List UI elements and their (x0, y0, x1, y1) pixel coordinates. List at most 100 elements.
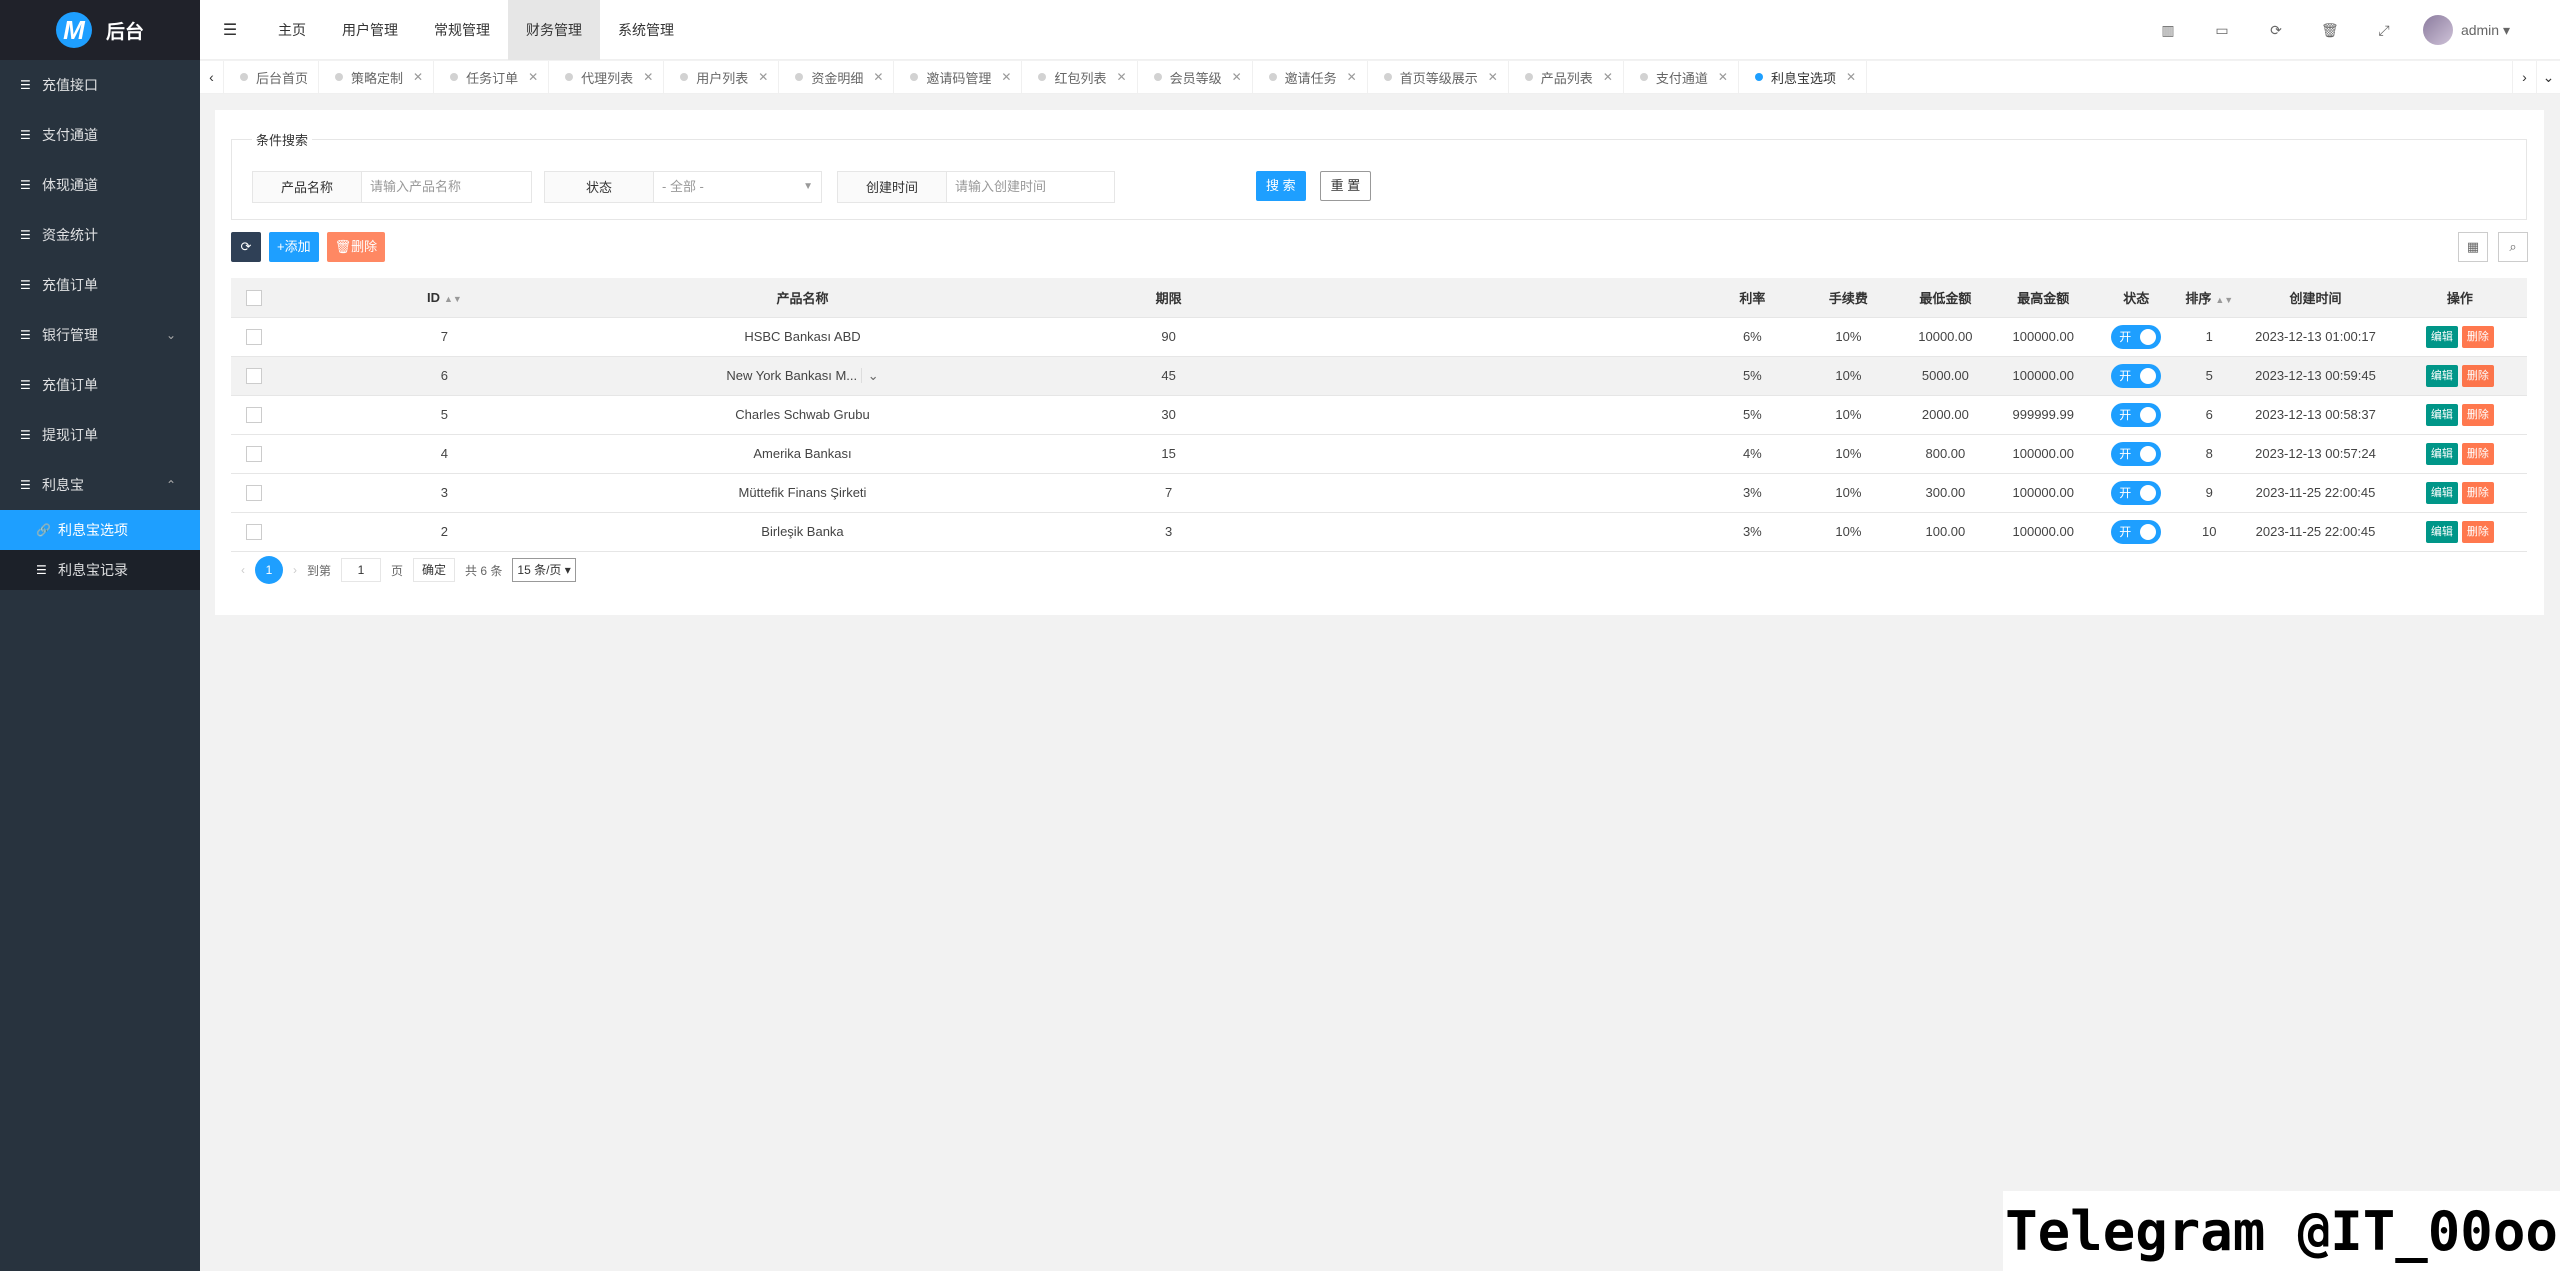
table-row[interactable]: 2 Birleşik Banka 3 3% 10% 100.00 100000.00 开 10 2… (231, 512, 2527, 552)
chart-icon[interactable]: ▥ (2141, 22, 2195, 39)
row-checkbox-cell[interactable] (231, 395, 278, 435)
sort-icon[interactable]: ▲▼ (444, 294, 462, 304)
edit-button[interactable]: 编辑 (2425, 481, 2458, 504)
top-nav-item[interactable]: 主页 (260, 0, 324, 60)
table-row[interactable]: 4 Amerika Bankası 15 4% 10% 800.00 100000.00 开 8… (231, 434, 2527, 474)
close-icon[interactable]: ✕ (758, 70, 768, 84)
checkbox[interactable] (246, 367, 263, 384)
top-nav-item[interactable]: 常规管理 (416, 0, 508, 60)
fullscreen-icon[interactable]: ⤢ (2357, 22, 2411, 39)
top-nav-item[interactable]: 用户管理 (324, 0, 416, 60)
column-header[interactable]: ID ▲▼ (277, 278, 612, 318)
tab[interactable]: 任务订单 ✕ (434, 60, 550, 94)
sidebar-item[interactable]: ☰ 体现通道 (0, 160, 200, 210)
sort-icon[interactable]: ▲▼ (2215, 295, 2233, 305)
table-row[interactable]: 5 Charles Schwab Grubu 30 5% 10% 2000.00 99999… (231, 395, 2527, 435)
tab[interactable]: 资金明细 ✕ (779, 60, 895, 94)
sidebar-item[interactable]: ☰ 提现订单 (0, 410, 200, 460)
status-toggle[interactable]: 开 (2111, 480, 2162, 505)
close-icon[interactable]: ✕ (1718, 70, 1728, 84)
top-nav-item[interactable]: 财务管理 (508, 0, 600, 60)
sidebar-item[interactable]: ☰ 银行管理 ⌄ (0, 310, 200, 360)
checkbox[interactable] (246, 484, 263, 501)
tab[interactable]: 代理列表 ✕ (549, 60, 665, 94)
top-nav-item[interactable]: 系统管理 (600, 0, 692, 60)
checkbox[interactable] (246, 328, 263, 345)
reset-button[interactable]: 重 置 (1319, 171, 1372, 201)
tab[interactable]: 后台首页 (224, 60, 320, 94)
sidebar-item[interactable]: ☰ 充值接口 (0, 60, 200, 110)
status-toggle[interactable]: 开 (2111, 519, 2162, 544)
close-icon[interactable]: ✕ (1846, 70, 1856, 84)
next-page-icon[interactable]: › (293, 563, 297, 577)
row-delete-button[interactable]: 删除 (2461, 403, 2494, 426)
edit-button[interactable]: 编辑 (2425, 442, 2458, 465)
row-delete-button[interactable]: 删除 (2461, 442, 2494, 465)
row-delete-button[interactable]: 删除 (2461, 481, 2494, 504)
edit-button[interactable]: 编辑 (2425, 403, 2458, 426)
tab[interactable]: 邀请码管理 ✕ (894, 60, 1023, 94)
column-header[interactable]: 排序 ▲▼ (2180, 278, 2239, 318)
tab[interactable]: 会员等级 ✕ (1138, 60, 1253, 94)
tab[interactable]: 红包列表 ✕ (1022, 60, 1138, 94)
avatar[interactable] (2422, 15, 2453, 45)
created-time-input[interactable]: 请输入创建时间 (947, 171, 1115, 203)
tab[interactable]: 产品列表 ✕ (1509, 60, 1624, 94)
status-toggle[interactable]: 开 (2111, 441, 2162, 466)
columns-icon[interactable]: ▦ (2458, 232, 2488, 262)
close-icon[interactable]: ✕ (1488, 70, 1498, 84)
expand-cell-icon[interactable]: ⌄ (860, 367, 879, 383)
row-delete-button[interactable]: 删除 (2461, 325, 2494, 348)
close-icon[interactable]: ✕ (528, 70, 538, 84)
search-icon[interactable]: ⌕ (2498, 232, 2528, 262)
checkbox[interactable] (246, 289, 263, 306)
select-all-checkbox-cell[interactable] (231, 278, 278, 318)
close-icon[interactable]: ✕ (1603, 70, 1613, 84)
close-icon[interactable]: ✕ (873, 70, 883, 84)
tabs-menu-icon[interactable]: ⌄ (2536, 60, 2560, 94)
user-menu[interactable]: admin ▾ (2461, 22, 2510, 39)
table-row[interactable]: 7 HSBC Bankası ABD 90 6% 10% 10000.00 100000.0… (231, 317, 2527, 357)
status-toggle[interactable]: 开 (2111, 363, 2162, 388)
sidebar-item[interactable]: ☰ 支付通道 (0, 110, 200, 160)
edit-button[interactable]: 编辑 (2425, 325, 2458, 348)
sidebar-subitem[interactable]: ☰ 利息宝记录 (0, 550, 200, 590)
add-button[interactable]: + 添加 (269, 232, 319, 262)
sidebar-item[interactable]: ☰ 充值订单 (0, 260, 200, 310)
row-delete-button[interactable]: 删除 (2461, 364, 2494, 387)
card-icon[interactable]: ▭ (2195, 22, 2249, 39)
status-toggle[interactable]: 开 (2111, 402, 2162, 427)
sidebar-subitem[interactable]: 🔗 利息宝选项 (0, 510, 200, 550)
prev-page-icon[interactable]: ‹ (241, 563, 245, 577)
close-icon[interactable]: ✕ (1117, 70, 1127, 84)
table-row[interactable]: 6 New York Bankası M... ⌄ 45 5% 10% 5000.00 10… (231, 356, 2527, 396)
checkbox[interactable] (246, 523, 263, 540)
tab[interactable]: 用户列表 ✕ (664, 60, 780, 94)
edit-button[interactable]: 编辑 (2425, 520, 2458, 543)
status-toggle[interactable]: 开 (2111, 324, 2162, 349)
menu-toggle-icon[interactable]: ☰ (200, 20, 260, 40)
page-number[interactable]: 1 (255, 556, 283, 584)
row-checkbox-cell[interactable] (231, 356, 278, 396)
tab[interactable]: 邀请任务 ✕ (1253, 60, 1368, 94)
status-select[interactable]: - 全部 - ▼ (654, 171, 822, 203)
page-size-select[interactable]: 15 条/页 ▾ (512, 558, 576, 582)
goto-confirm-button[interactable]: 确定 (413, 558, 456, 582)
close-icon[interactable]: ✕ (413, 70, 423, 84)
close-icon[interactable]: ✕ (1347, 70, 1357, 84)
row-checkbox-cell[interactable] (231, 317, 278, 357)
tabs-prev-icon[interactable]: ‹ (200, 60, 224, 94)
delete-button[interactable]: 🗑 删除 (326, 232, 386, 262)
edit-button[interactable]: 编辑 (2425, 364, 2458, 387)
row-checkbox-cell[interactable] (231, 473, 278, 513)
close-icon[interactable]: ✕ (1232, 70, 1242, 84)
row-checkbox-cell[interactable] (231, 512, 278, 552)
sidebar-item[interactable]: ☰ 充值订单 (0, 360, 200, 410)
checkbox[interactable] (246, 445, 263, 462)
tab[interactable]: 利息宝选项 ✕ (1739, 60, 1868, 94)
sidebar-item[interactable]: ☰ 利息宝 ⌃ (0, 460, 200, 510)
tab[interactable]: 首页等级展示 ✕ (1368, 60, 1509, 94)
goto-page-input[interactable]: 1 (341, 558, 382, 582)
product-name-input[interactable]: 请输入产品名称 (362, 171, 532, 203)
tab[interactable]: 支付通道 ✕ (1624, 60, 1739, 94)
